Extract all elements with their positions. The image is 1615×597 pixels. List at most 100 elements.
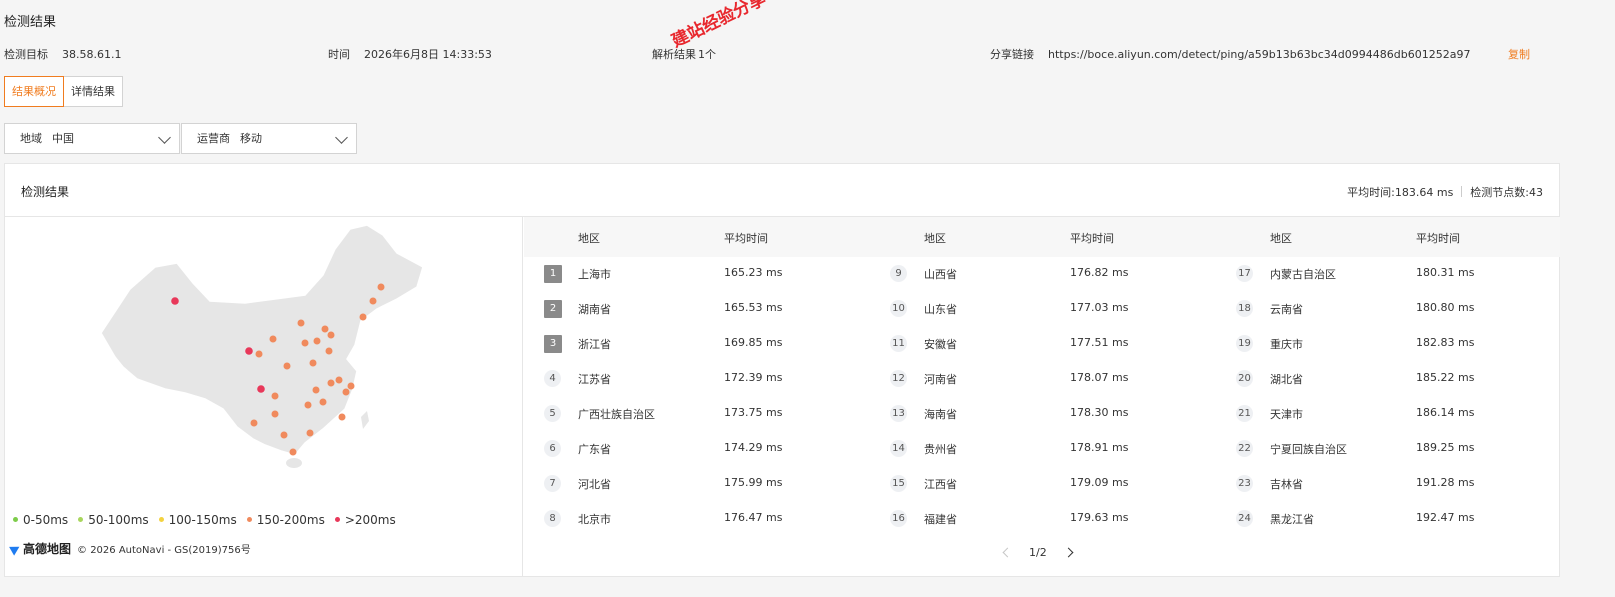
rank-badge: 9 [890,265,907,282]
region-cell: 内蒙古自治区 [1270,268,1336,281]
table-header: 地区 平均时间 地区 平均时间 地区 平均时间 [524,217,1560,257]
amap-logo-icon [9,541,22,556]
share-link[interactable]: https://boce.aliyun.com/detect/ping/a59b… [1048,48,1470,61]
china-map[interactable] [5,217,523,517]
time-cell: 176.47 ms [724,511,783,524]
legend-label: 100-150ms [168,513,237,527]
rank-badge: 2 [544,300,562,318]
map-marker [309,359,317,367]
rank-badge: 8 [544,510,561,527]
region-cell: 重庆市 [1270,338,1303,351]
rank-badge: 1 [544,265,562,283]
region-cell: 上海市 [578,268,611,281]
parse-label: 解析结果 [652,48,696,61]
region-cell: 山西省 [924,268,957,281]
region-select-value: 中国 [52,132,74,145]
rank-badge: 21 [1236,405,1253,422]
amap-logo-text: 高德地图 [23,542,72,556]
tab-details[interactable]: 详情结果 [64,76,123,107]
prev-page-icon[interactable] [1002,547,1013,558]
legend-item: 50-100ms [78,513,149,527]
time-cell: 169.85 ms [724,336,783,349]
panel-title: 检测结果 [21,185,70,199]
legend-item: 100-150ms [158,513,237,527]
region-cell: 江西省 [924,478,957,491]
time-cell: 174.29 ms [724,441,783,454]
rank-badge: 15 [890,475,907,492]
avg-time: 平均时间:183.64 ms [1347,186,1454,199]
rank-badge: 22 [1236,440,1253,457]
next-page-icon[interactable] [1063,547,1074,558]
copy-link-button[interactable]: 复制 [1508,46,1530,62]
column-header-time: 平均时间 [1416,232,1460,245]
region-select[interactable]: 地域 中国 [4,123,180,154]
legend-dot-icon [158,517,164,522]
parse-value: 1个 [698,48,716,61]
region-cell: 河北省 [578,478,611,491]
rank-badge: 20 [1236,370,1253,387]
amap-logo[interactable]: 高德地图 [9,540,72,557]
rank-badge: 3 [544,335,562,353]
rank-badge: 17 [1236,265,1253,282]
divider [1461,186,1463,197]
time-cell: 176.82 ms [1070,266,1129,279]
region-cell: 海南省 [924,408,957,421]
map-marker [245,347,253,355]
map-marker [312,386,320,394]
time-cell: 177.51 ms [1070,336,1129,349]
region-select-label: 地域 [20,132,42,145]
summary-stats: 平均时间:183.64 ms 检测节点数:43 [1347,184,1543,200]
time-cell: 192.47 ms [1416,511,1475,524]
tab-summary[interactable]: 结果概况 [4,76,64,107]
rank-badge: 19 [1236,335,1253,352]
map-marker [304,401,312,409]
results-table: 地区 平均时间 地区 平均时间 地区 平均时间 1 上海市 165.23 ms 2 湖南… [524,217,1560,577]
rank-badge: 16 [890,510,907,527]
result-panel: 检测结果 平均时间:183.64 ms 检测节点数:43 0-50ms 50-1… [4,163,1560,577]
result-tabs: 结果概况 详情结果 [4,76,123,107]
time-cell: 173.75 ms [724,406,783,419]
legend-dot-icon [246,517,252,522]
region-cell: 湖南省 [578,303,611,316]
target-info: 检测目标 38.58.61.1 [4,46,121,62]
region-cell: 福建省 [924,513,957,526]
isp-select-label: 运营商 [197,132,230,145]
map-marker [171,297,179,305]
map-marker [335,376,343,384]
map-marker [297,319,305,327]
map-marker [271,410,279,418]
map-marker [321,325,329,333]
time-cell: 178.30 ms [1070,406,1129,419]
legend-item: >200ms [334,513,396,527]
map-area[interactable]: 0-50ms 50-100ms 100-150ms 150-200ms >200… [5,217,523,577]
legend-dot-icon [334,517,340,522]
region-cell: 黑龙江省 [1270,513,1314,526]
time-cell: 185.22 ms [1416,371,1475,384]
legend-item: 150-200ms [246,513,325,527]
copyright-text: © 2026 AutoNavi - GS(2019)756号 [77,545,251,556]
region-cell: 河南省 [924,373,957,386]
time-cell: 180.31 ms [1416,266,1475,279]
map-legend: 0-50ms 50-100ms 100-150ms 150-200ms >200… [13,513,396,527]
time-cell: 191.28 ms [1416,476,1475,489]
time-cell: 177.03 ms [1070,301,1129,314]
legend-item: 0-50ms [13,513,68,527]
rank-badge: 5 [544,405,561,422]
chevron-down-icon [158,131,171,144]
region-cell: 北京市 [578,513,611,526]
map-marker [313,337,321,345]
time-cell: 186.14 ms [1416,406,1475,419]
map-marker [250,419,258,427]
map-marker [342,388,350,396]
target-label: 检测目标 [4,48,48,61]
time-value: 2026年6月8日 14:33:53 [364,48,492,61]
column-header-region: 地区 [578,232,600,245]
map-marker [280,431,288,439]
region-cell: 湖北省 [1270,373,1303,386]
pagination: 1/2 [1002,546,1074,559]
time-cell: 178.07 ms [1070,371,1129,384]
region-cell: 宁夏回族自治区 [1270,443,1347,456]
hainan-island [286,458,302,468]
isp-select[interactable]: 运营商 移动 [181,123,357,154]
region-cell: 广西壮族自治区 [578,408,655,421]
